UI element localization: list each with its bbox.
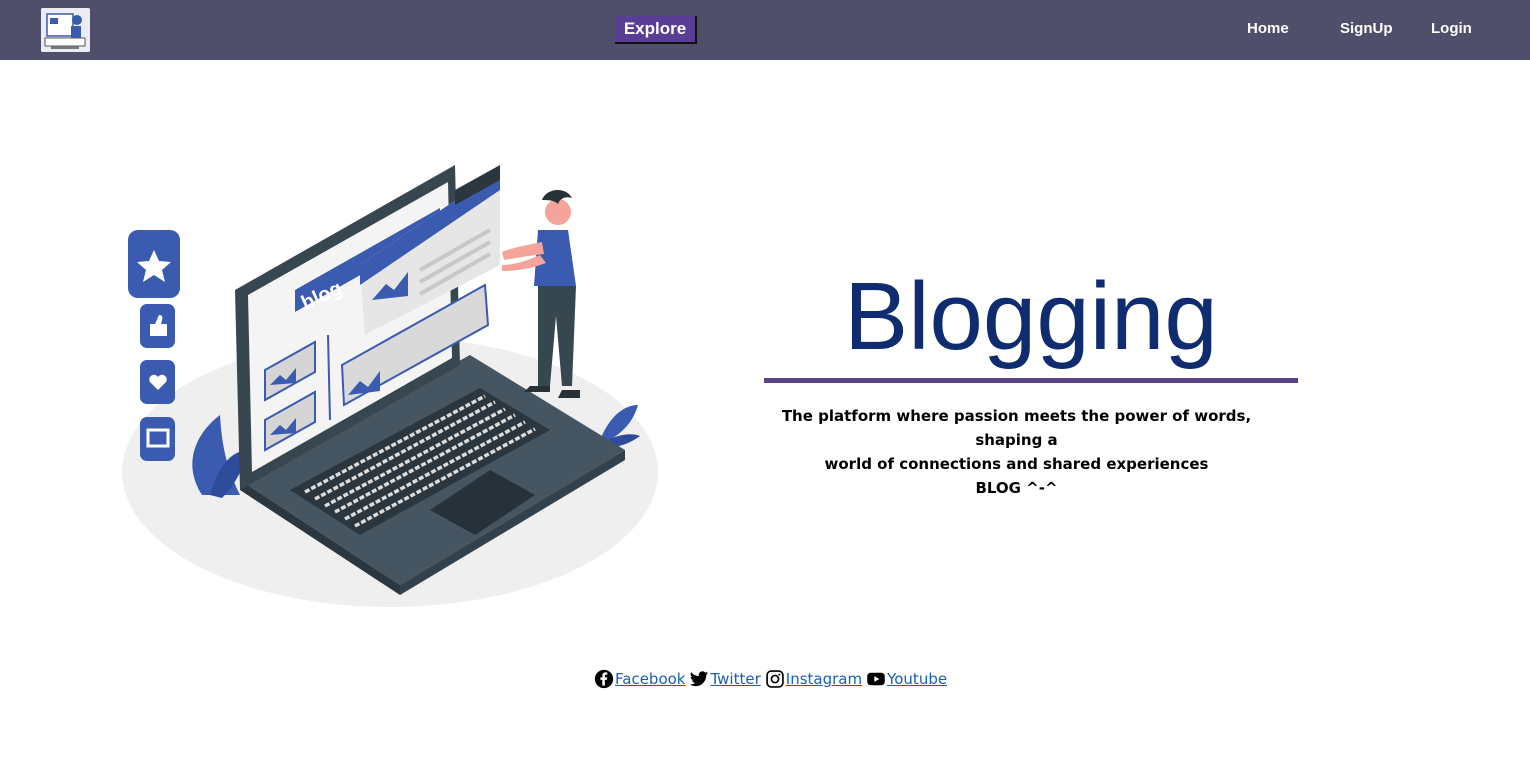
youtube-label: Youtube bbox=[887, 670, 948, 688]
facebook-label: Facebook bbox=[615, 670, 686, 688]
twitter-icon bbox=[690, 671, 709, 687]
hero-title: Blogging bbox=[844, 263, 1218, 370]
tagline-line-3: BLOG ^-^ bbox=[975, 479, 1058, 497]
youtube-link[interactable]: Youtube bbox=[866, 669, 947, 689]
tagline-line-2: world of connections and shared experien… bbox=[824, 455, 1209, 473]
instagram-icon bbox=[766, 670, 784, 688]
explore-button[interactable]: Explore bbox=[615, 16, 697, 44]
hero-tagline: The platform where passion meets the pow… bbox=[764, 404, 1269, 500]
blog-illustration: blog bbox=[110, 150, 670, 620]
instagram-label: Instagram bbox=[785, 670, 863, 688]
logo[interactable] bbox=[41, 8, 90, 52]
facebook-link[interactable]: Facebook bbox=[594, 669, 685, 689]
twitter-label: Twitter bbox=[710, 670, 761, 688]
nav-home-link[interactable]: Home bbox=[1247, 20, 1289, 37]
instagram-link[interactable]: Instagram bbox=[765, 669, 862, 689]
tagline-line-1: The platform where passion meets the pow… bbox=[781, 407, 1252, 449]
navbar: Explore Home SignUp Login bbox=[0, 0, 1530, 60]
nav-login-link[interactable]: Login bbox=[1431, 20, 1472, 37]
facebook-icon bbox=[594, 669, 614, 689]
twitter-link[interactable]: Twitter bbox=[689, 669, 761, 689]
social-links: Facebook Twitter Instagram Youtube bbox=[594, 668, 947, 690]
hero-divider bbox=[764, 378, 1298, 383]
nav-signup-link[interactable]: SignUp bbox=[1340, 20, 1393, 37]
youtube-icon bbox=[867, 672, 885, 686]
